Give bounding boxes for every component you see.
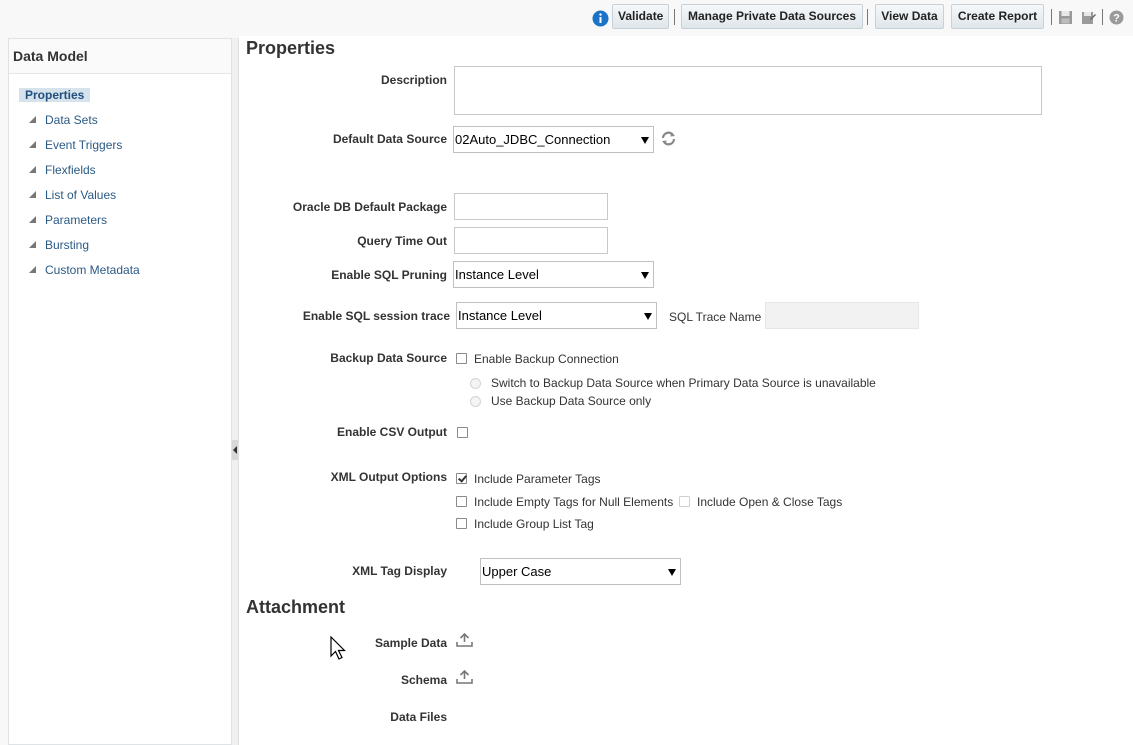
refresh-icon[interactable] [660, 130, 677, 147]
select-value: 02Auto_JDBC_Connection [455, 132, 611, 147]
create-report-button[interactable]: Create Report [951, 4, 1044, 29]
sidebar-item-bursting[interactable]: Bursting [29, 237, 90, 253]
expand-triangle-icon[interactable] [29, 216, 36, 223]
use-backup-only-label: Use Backup Data Source only [491, 394, 652, 408]
properties-heading: Properties [246, 38, 336, 58]
expand-triangle-icon[interactable] [29, 166, 36, 173]
help-icon[interactable]: ? [1109, 10, 1124, 25]
data-model-sidebar: Data Model Properties Data Sets Event Tr… [8, 38, 232, 745]
sidebar-title: Data Model [13, 48, 88, 64]
collapse-arrow-icon[interactable] [232, 440, 238, 460]
xml-output-options-label: XML Output Options [330, 470, 447, 484]
sidebar-item-label: List of Values [45, 188, 117, 202]
expand-triangle-icon[interactable] [29, 266, 36, 273]
expand-triangle-icon[interactable] [29, 241, 36, 248]
default-data-source-select[interactable]: 02Auto_JDBC_Connection [453, 126, 654, 153]
switch-to-backup-label: Switch to Backup Data Source when Primar… [491, 376, 876, 390]
save-as-icon[interactable] [1081, 10, 1096, 25]
expand-triangle-icon[interactable] [29, 141, 36, 148]
enable-sql-pruning-select[interactable]: Instance Level [453, 261, 654, 288]
sidebar-item-parameters[interactable]: Parameters [29, 212, 108, 228]
sidebar-item-data-sets[interactable]: Data Sets [29, 112, 98, 128]
toolbar-separator [674, 9, 675, 25]
enable-sql-session-trace-select[interactable]: Instance Level [456, 302, 657, 329]
chevron-down-icon [641, 137, 649, 144]
oracle-db-default-package-field[interactable] [454, 193, 608, 220]
data-files-label: Data Files [390, 710, 447, 724]
enable-backup-connection-label: Enable Backup Connection [474, 352, 619, 366]
toolbar-separator [867, 9, 868, 25]
sidebar-item-label: Bursting [45, 238, 90, 252]
chevron-down-icon [641, 272, 649, 279]
backup-data-source-label: Backup Data Source [330, 351, 447, 365]
enable-sql-session-trace-label: Enable SQL session trace [302, 309, 450, 323]
query-time-out-field[interactable] [454, 227, 608, 254]
expand-triangle-icon[interactable] [29, 116, 36, 123]
panel-splitter[interactable] [232, 38, 239, 745]
validate-button[interactable]: Validate [612, 4, 669, 29]
include-group-list-tag-checkbox[interactable] [456, 518, 467, 529]
switch-to-backup-radio[interactable] [470, 378, 481, 389]
expand-triangle-icon[interactable] [29, 191, 36, 198]
enable-csv-output-checkbox[interactable] [457, 427, 468, 438]
enable-sql-pruning-label: Enable SQL Pruning [331, 268, 447, 282]
include-open-close-tags-label: Include Open & Close Tags [697, 495, 843, 509]
svg-text:?: ? [1113, 13, 1120, 25]
upload-icon[interactable] [456, 632, 473, 648]
sidebar-item-flexfields[interactable]: Flexfields [29, 162, 96, 178]
query-time-out-label: Query Time Out [357, 234, 447, 248]
schema-label: Schema [400, 673, 447, 687]
sql-trace-name-field[interactable] [765, 302, 919, 329]
sample-data-label: Sample Data [374, 636, 447, 650]
include-parameter-tags-checkbox[interactable] [456, 473, 467, 484]
chevron-down-icon [668, 569, 676, 576]
toolbar-separator [1102, 9, 1103, 25]
attachment-heading: Attachment [246, 597, 346, 617]
info-icon[interactable] [592, 10, 609, 27]
enable-backup-connection-checkbox[interactable] [456, 353, 467, 364]
sidebar-item-label: Flexfields [45, 163, 96, 177]
enable-csv-output-label: Enable CSV Output [336, 425, 447, 439]
view-data-button[interactable]: View Data [875, 4, 944, 29]
sidebar-header: Data Model [9, 39, 231, 74]
include-parameter-tags-label: Include Parameter Tags [474, 472, 601, 486]
sidebar-item-list-of-values[interactable]: List of Values [29, 187, 117, 203]
select-value: Instance Level [458, 308, 542, 323]
chevron-down-icon [644, 313, 652, 320]
select-value: Upper Case [482, 564, 552, 579]
sidebar-item-properties[interactable]: Properties [19, 88, 91, 102]
mouse-cursor-icon [330, 636, 346, 660]
include-empty-tags-label: Include Empty Tags for Null Elements [474, 495, 674, 509]
use-backup-only-radio[interactable] [470, 396, 481, 407]
sidebar-item-label: Data Sets [45, 113, 98, 127]
oracle-db-default-package-label: Oracle DB Default Package [292, 200, 447, 214]
upload-icon[interactable] [456, 669, 473, 685]
xml-tag-display-select[interactable]: Upper Case [480, 558, 681, 585]
sidebar-item-label: Event Triggers [45, 138, 123, 152]
select-value: Instance Level [455, 267, 539, 282]
description-field[interactable] [454, 66, 1042, 115]
description-label: Description [380, 73, 447, 87]
manage-private-data-sources-button[interactable]: Manage Private Data Sources [681, 4, 863, 29]
default-data-source-label: Default Data Source [332, 132, 447, 146]
sidebar-item-label: Parameters [45, 213, 108, 227]
include-empty-tags-checkbox[interactable] [456, 496, 467, 507]
include-group-list-tag-label: Include Group List Tag [474, 517, 594, 531]
save-icon[interactable] [1058, 10, 1073, 25]
sidebar-item-label: Custom Metadata [45, 263, 140, 277]
sidebar-item-custom-metadata[interactable]: Custom Metadata [29, 262, 140, 278]
xml-tag-display-label: XML Tag Display [352, 564, 447, 578]
sidebar-item-event-triggers[interactable]: Event Triggers [29, 137, 123, 153]
include-open-close-tags-checkbox[interactable] [679, 496, 690, 507]
sql-trace-name-label: SQL Trace Name [669, 310, 762, 324]
toolbar-separator [1051, 9, 1052, 25]
